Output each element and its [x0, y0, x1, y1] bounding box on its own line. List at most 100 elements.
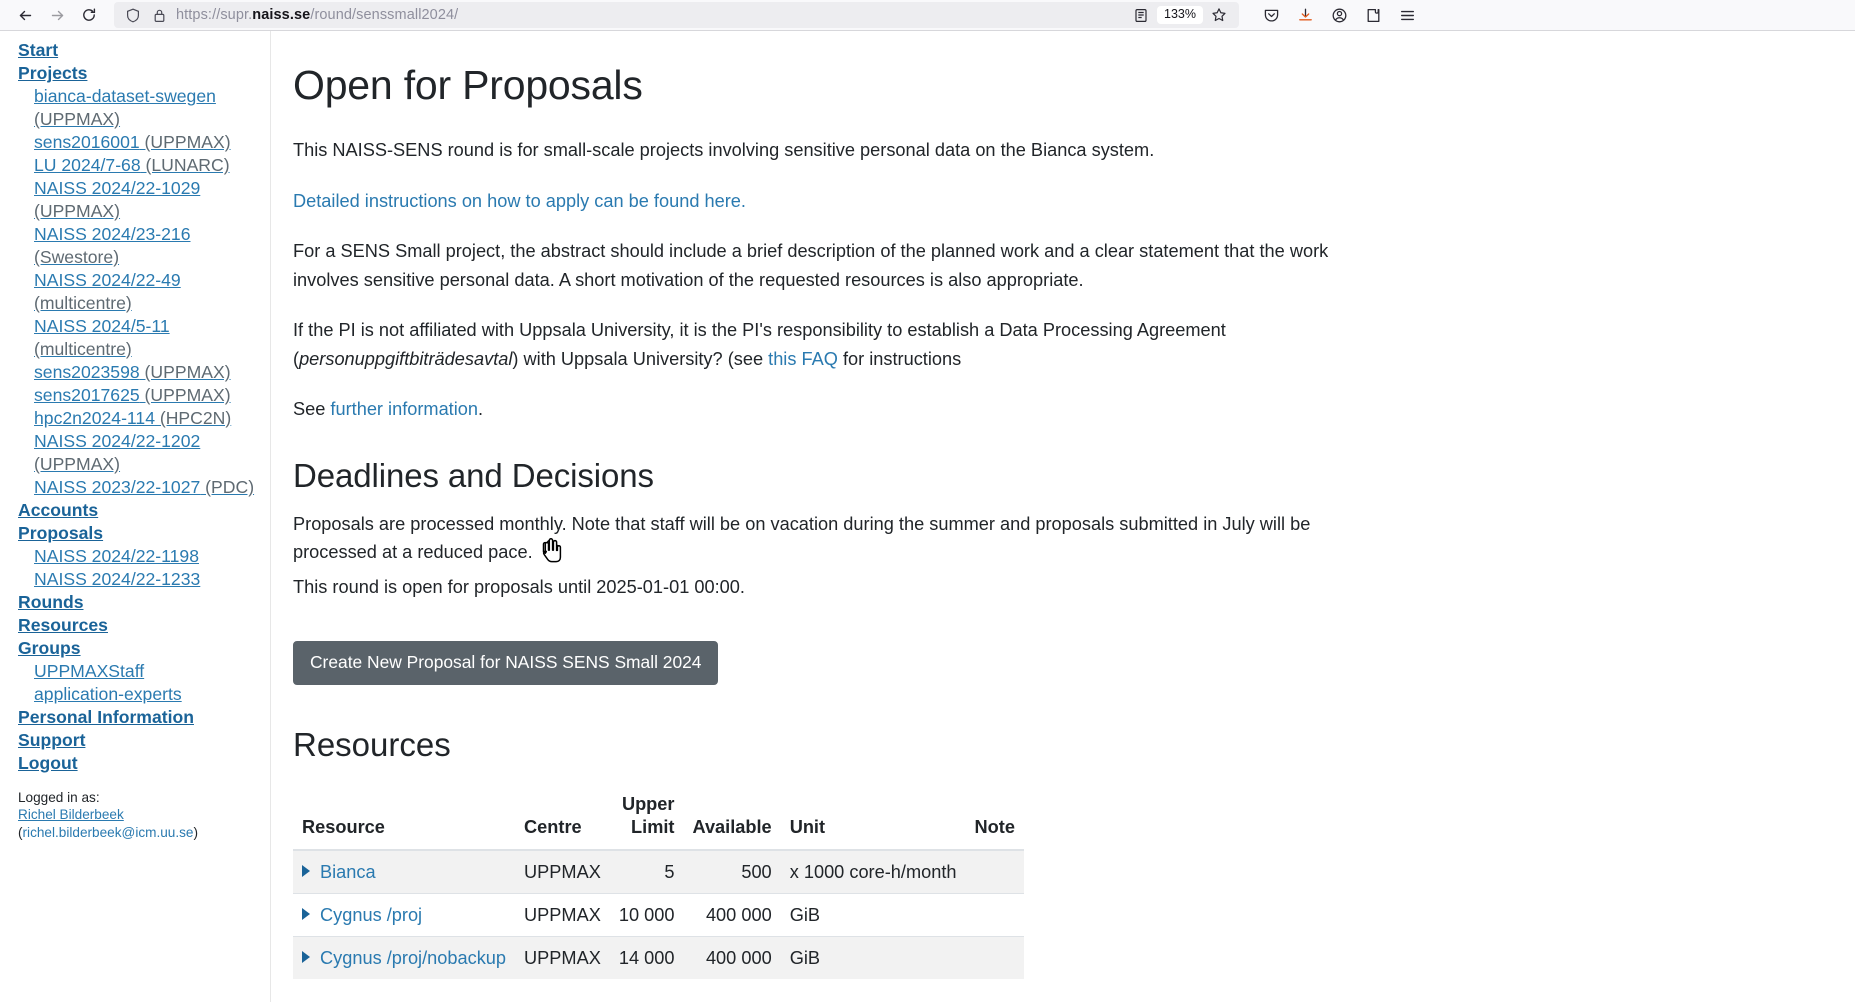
sidebar-item-naiss-2024-22-1198[interactable]: NAISS 2024/22-1198 [18, 545, 258, 568]
sidebar-item-sens2023598[interactable]: sens2023598 (UPPMAX) [18, 361, 258, 384]
this-faq-link[interactable]: this FAQ [768, 349, 838, 369]
sidebar-item-sens2017625[interactable]: sens2017625 (UPPMAX) [18, 384, 258, 407]
sidebar-item-centre: (multicentre) [34, 339, 132, 359]
forward-button[interactable] [42, 2, 72, 28]
sidebar-item-naiss-2024-22-1202[interactable]: NAISS 2024/22-1202 (UPPMAX) [18, 430, 258, 476]
further-information-link[interactable]: further information [330, 399, 478, 419]
reload-icon [81, 7, 97, 23]
resources-heading: Resources [293, 725, 1398, 765]
page-body: StartProjectsbianca-dataset-swegen (UPPM… [0, 31, 1855, 1002]
expand-triangle-icon[interactable] [302, 951, 310, 963]
sidebar-item-proposals[interactable]: Proposals [18, 522, 258, 545]
logged-in-user-link[interactable]: Richel Bilderbeek [18, 806, 258, 823]
expand-triangle-icon[interactable] [302, 908, 310, 920]
sidebar-item-label: NAISS 2024/5-11 [34, 316, 170, 336]
resource-link[interactable]: Cygnus /proj/nobackup [320, 948, 506, 968]
shield-icon[interactable] [120, 4, 146, 26]
sidebar-item-naiss-2024-22-1029[interactable]: NAISS 2024/22-1029 (UPPMAX) [18, 177, 258, 223]
resources-table: Resource Centre Upper Limit Available Un… [293, 789, 1024, 979]
sidebar-item-centre: (UPPMAX) [34, 109, 120, 129]
sidebar-item-label: NAISS 2024/22-49 [34, 270, 181, 290]
sidebar-item-centre: (UPPMAX) [140, 132, 231, 152]
zoom-level-badge[interactable]: 133% [1157, 6, 1203, 24]
sidebar-item-lu-2024-7-68[interactable]: LU 2024/7-68 (LUNARC) [18, 154, 258, 177]
sidebar-item-sens2016001[interactable]: sens2016001 (UPPMAX) [18, 131, 258, 154]
hamburger-menu-icon[interactable] [1393, 2, 1421, 28]
star-bookmark-icon[interactable] [1205, 2, 1233, 28]
sidebar-item-label: Personal Information [18, 707, 194, 727]
sidebar-item-label: NAISS 2024/23-216 [34, 224, 191, 244]
sidebar-item-application-experts[interactable]: application-experts [18, 683, 258, 706]
sidebar-item-label: sens2016001 [34, 132, 140, 152]
logged-in-label: Logged in as: [18, 790, 100, 805]
sidebar-item-centre: (Swestore) [34, 247, 119, 267]
reload-button[interactable] [74, 2, 104, 28]
see-suffix: . [478, 399, 483, 419]
sidebar-item-bianca-dataset-swegen[interactable]: bianca-dataset-swegen (UPPMAX) [18, 85, 258, 131]
sidebar-item-accounts[interactable]: Accounts [18, 499, 258, 522]
logged-in-email: (richel.bilderbeek@icm.uu.se) [18, 825, 198, 840]
sidebar-item-naiss-2024-22-1233[interactable]: NAISS 2024/22-1233 [18, 568, 258, 591]
url-text: https://supr.naiss.se/round/senssmall202… [172, 7, 458, 23]
pocket-icon[interactable] [1257, 2, 1285, 28]
extensions-icon[interactable] [1359, 2, 1387, 28]
cell-unit: GiB [781, 937, 966, 980]
sidebar-item-naiss-2023-22-1027[interactable]: NAISS 2023/22-1027 (PDC) [18, 476, 258, 499]
sidebar-item-label: Resources [18, 615, 108, 635]
table-row: Cygnus /proj/nobackupUPPMAX14 000400 000… [293, 937, 1024, 980]
sidebar-item-resources[interactable]: Resources [18, 614, 258, 637]
cell-available: 400 000 [683, 894, 780, 937]
see-prefix: See [293, 399, 330, 419]
address-bar[interactable]: https://supr.naiss.se/round/senssmall202… [114, 2, 1239, 28]
resources-table-head: Resource Centre Upper Limit Available Un… [293, 789, 1024, 850]
sidebar-item-support[interactable]: Support [18, 729, 258, 752]
sidebar-item-personal-information[interactable]: Personal Information [18, 706, 258, 729]
back-button[interactable] [10, 2, 40, 28]
resource-link[interactable]: Bianca [320, 862, 376, 882]
sidebar-item-projects[interactable]: Projects [18, 62, 258, 85]
pi-affiliation-paragraph: If the PI is not affiliated with Uppsala… [293, 316, 1398, 373]
intro-paragraph: This NAISS-SENS round is for small-scale… [293, 136, 1398, 165]
sidebar-item-start[interactable]: Start [18, 39, 258, 62]
sidebar-item-label: Accounts [18, 500, 98, 520]
th-centre: Centre [515, 789, 610, 850]
account-icon[interactable] [1325, 2, 1353, 28]
sidebar-item-hpc2n2024-114[interactable]: hpc2n2024-114 (HPC2N) [18, 407, 258, 430]
sidebar-item-label: Support [18, 730, 85, 750]
downloads-icon[interactable] [1291, 2, 1319, 28]
sidebar-item-label: bianca-dataset-swegen [34, 86, 216, 106]
resources-table-body: BiancaUPPMAX5500x 1000 core-h/monthCygnu… [293, 850, 1024, 979]
instructions-paragraph: Detailed instructions on how to apply ca… [293, 187, 1398, 216]
sidebar-item-naiss-2024-23-216[interactable]: NAISS 2024/23-216 (Swestore) [18, 223, 258, 269]
sidebar-item-naiss-2024-5-11[interactable]: NAISS 2024/5-11 (multicentre) [18, 315, 258, 361]
sidebar-item-label: sens2023598 [34, 362, 140, 382]
open-until-paragraph: This round is open for proposals until 2… [293, 573, 1398, 602]
sidebar-item-label: UPPMAXStaff [34, 661, 144, 681]
sidebar-item-uppmaxstaff[interactable]: UPPMAXStaff [18, 660, 258, 683]
sidebar-item-logout[interactable]: Logout [18, 752, 258, 775]
sidebar-item-groups[interactable]: Groups [18, 637, 258, 660]
deadlines-paragraph: Proposals are processed monthly. Note th… [293, 510, 1398, 567]
sidebar-item-label: NAISS 2024/22-1198 [34, 546, 199, 566]
padlock-icon[interactable] [146, 4, 172, 26]
expand-triangle-icon[interactable] [302, 865, 310, 877]
sidebar-item-label: Rounds [18, 592, 83, 612]
sidebar-item-naiss-2024-22-49[interactable]: NAISS 2024/22-49 (multicentre) [18, 269, 258, 315]
cell-centre: UPPMAX [515, 894, 610, 937]
th-resource: Resource [293, 789, 515, 850]
cell-resource: Bianca [293, 850, 515, 894]
detailed-instructions-link[interactable]: Detailed instructions on how to apply ca… [293, 191, 746, 211]
sidebar-item-centre: (multicentre) [34, 293, 132, 313]
reader-view-icon[interactable] [1127, 2, 1155, 28]
create-new-proposal-button[interactable]: Create New Proposal for NAISS SENS Small… [293, 641, 718, 685]
pi-para-italic-term: personuppgiftbiträdesavtal [299, 349, 512, 369]
sidebar: StartProjectsbianca-dataset-swegen (UPPM… [0, 31, 271, 1002]
abstract-paragraph: For a SENS Small project, the abstract s… [293, 237, 1398, 294]
back-arrow-icon [17, 7, 34, 24]
sidebar-item-label: hpc2n2024-114 [34, 408, 155, 428]
cell-note [966, 850, 1024, 894]
sidebar-item-rounds[interactable]: Rounds [18, 591, 258, 614]
resource-link[interactable]: Cygnus /proj [320, 905, 422, 925]
sidebar-item-centre: (UPPMAX) [140, 385, 231, 405]
sidebar-item-label: NAISS 2024/22-1029 [34, 178, 200, 198]
